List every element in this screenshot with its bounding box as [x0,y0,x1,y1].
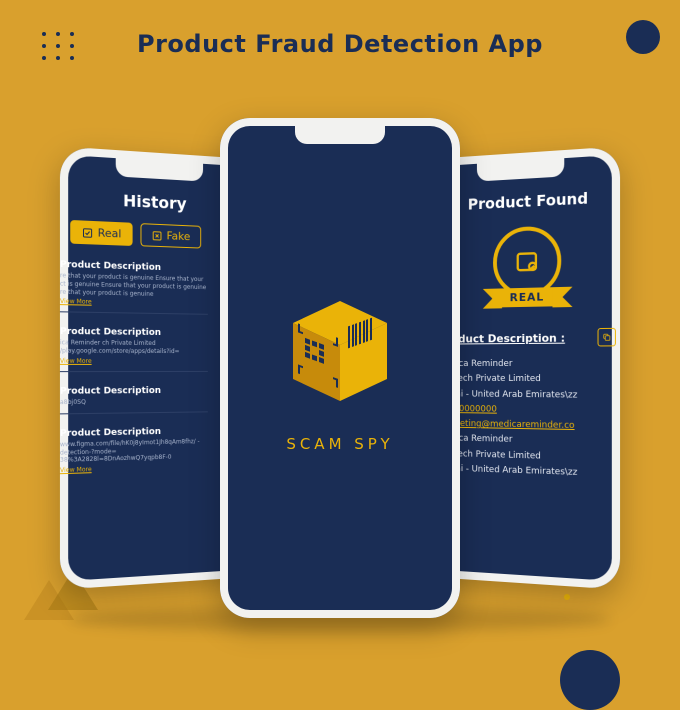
view-more-link[interactable]: View More [60,298,208,308]
app-logo [275,283,405,413]
history-item-body: re that your product is genuine Ensure t… [60,272,208,299]
history-item-title: Product Description [60,426,208,439]
history-item[interactable]: Product Description re that your product… [60,254,245,322]
history-item-title: Product Description [60,327,208,339]
box-logo-icon [275,283,405,413]
phone-notch [295,126,385,144]
app-name: SCAM SPY [286,435,393,453]
detail-line: Haztech Private Limited [439,372,620,388]
copy-icon[interactable] [598,328,616,347]
badge-box-icon [513,247,540,276]
half-circle-decoration [560,650,620,710]
view-more-link[interactable]: View More [60,358,208,365]
history-item-body: www.figma.com/file/hK0j8yImot1Jh8qAm8fhz… [60,438,208,465]
history-item[interactable]: Product Description a8bj0SQ [60,380,245,421]
history-item[interactable]: Product Description www.figma.com/file/h… [60,419,245,480]
history-title: History [60,188,245,217]
tab-real-label: Real [98,226,122,240]
tab-fake[interactable]: Fake [140,223,201,248]
product-details: Medica Reminder Haztech Private Limited … [439,357,620,483]
badge-ribbon: REAL [496,287,558,307]
detail-line: Medica Reminder [439,357,620,373]
fake-tab-icon [151,229,163,241]
history-list: Product Description re that your product… [60,254,245,481]
product-found-title: Product Found [439,188,620,215]
history-item-title: Product Description [60,386,208,397]
tab-real[interactable]: Real [70,220,132,246]
history-item-body: ica Reminder ch Private Limited /play.go… [60,340,208,357]
tab-fake-label: Fake [167,229,191,243]
page-title: Product Fraud Detection App [0,30,680,58]
authenticity-badge: REAL [484,223,572,316]
real-tab-icon [81,226,93,239]
history-item-body: a8bj0SQ [60,398,208,407]
history-item[interactable]: Product Description ica Reminder ch Priv… [60,321,245,378]
view-more-link[interactable]: View More [60,463,208,475]
phone-splash: SCAM SPY [220,118,460,618]
history-tabs: Real Fake [60,220,245,251]
